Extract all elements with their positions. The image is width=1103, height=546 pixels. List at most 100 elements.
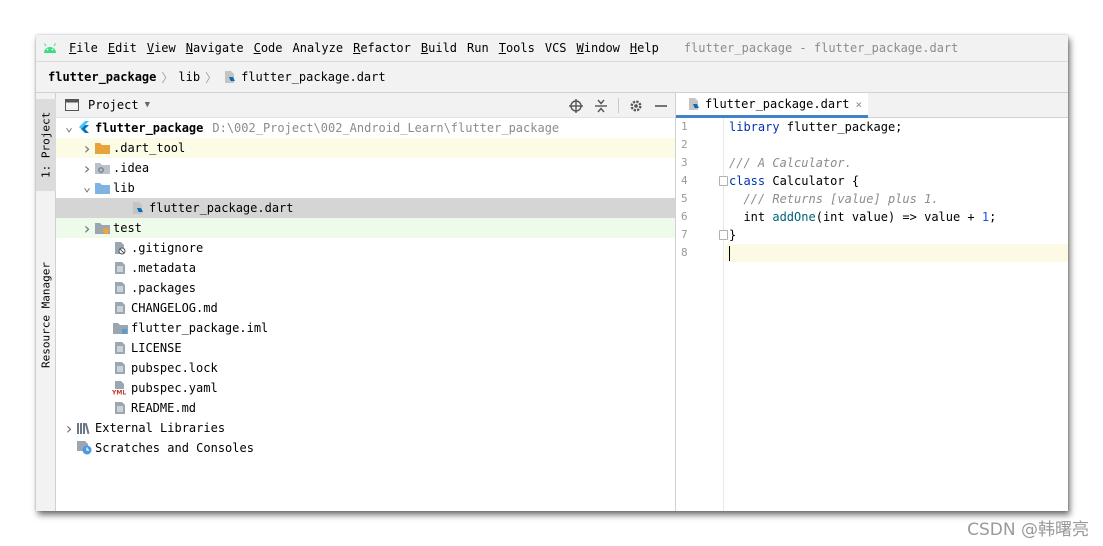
menu-item[interactable]: Tools <box>494 41 540 55</box>
window-title: flutter_package - flutter_package.dart <box>683 41 959 55</box>
code-line: int addOne(int value) => value + 1; <box>729 210 997 224</box>
menu-item-label: uild <box>428 41 458 55</box>
menu-item[interactable]: VCS <box>540 41 572 55</box>
tree-item[interactable]: pubspec.lock <box>56 358 675 378</box>
toolbar-divider <box>618 98 619 113</box>
tree-item[interactable]: .metadata <box>56 258 675 278</box>
menu-item-label: Run <box>467 41 489 55</box>
text-file-icon <box>112 300 128 316</box>
menu-item[interactable]: Help <box>625 41 664 55</box>
line-number-label: 4 <box>681 174 688 187</box>
tree-item-label: flutter_package.iml <box>131 321 269 335</box>
gear-icon[interactable] <box>628 98 644 114</box>
resource-manager-tab[interactable]: Resource Manager <box>36 249 56 381</box>
chevron-right-icon[interactable]: › <box>62 419 76 438</box>
menu-item-label: dit <box>115 41 137 55</box>
editor-tab[interactable]: flutter_package.dart × <box>676 93 869 118</box>
code-editor: flutter_package.dart × 1 2 3 4 5 6 7 8 library … <box>676 93 1068 511</box>
project-panel: Project ▼ ⌄ flutter_package D:\002_Project… <box>56 93 676 511</box>
breadcrumb-folder[interactable]: lib <box>178 70 200 84</box>
dart-file-icon <box>222 69 238 85</box>
minimize-icon[interactable] <box>653 98 669 114</box>
tree-item[interactable]: ⌄ flutter_package D:\002_Project\002_Andro… <box>56 118 675 138</box>
code-line: /// Returns [value] plus 1. <box>743 192 939 206</box>
chevron-down-icon[interactable]: ⌄ <box>62 121 76 134</box>
tree-item-label: pubspec.lock <box>131 361 218 375</box>
menu-item[interactable]: Edit <box>103 41 142 55</box>
menu-item-label: avigate <box>193 41 244 55</box>
line-number-gutter: 1 2 3 4 5 6 7 8 <box>676 118 728 511</box>
tree-item[interactable]: LICENSE <box>56 338 675 358</box>
chevron-right-icon[interactable]: › <box>80 139 94 158</box>
tree-item[interactable]: › .idea <box>56 158 675 178</box>
dart-file-icon <box>686 96 702 112</box>
menu-mnemonic: T <box>498 41 506 55</box>
watermark: CSDN @韩曙亮 <box>967 520 1089 540</box>
tree-item[interactable]: flutter_package.iml <box>56 318 675 338</box>
menu-item-label: efactor <box>360 41 411 55</box>
menu-item[interactable]: Code <box>249 41 288 55</box>
tree-item-label: External Libraries <box>95 421 226 435</box>
tree-item-label: .metadata <box>131 261 197 275</box>
menu-items: File Edit View Navigate Code Analyze Refactor B… <box>64 41 664 55</box>
project-tool-tab[interactable]: 1: Project <box>36 99 56 191</box>
tree-item[interactable]: Scratches and Consoles <box>56 438 675 458</box>
tree-item[interactable]: .packages <box>56 278 675 298</box>
project-path-hint: D:\002_Project\002_Android_Learn\flutter… <box>212 121 560 135</box>
tree-item[interactable]: CHANGELOG.md <box>56 298 675 318</box>
chevron-right-icon[interactable]: › <box>80 219 94 238</box>
tree-item[interactable]: ⌄ lib <box>56 178 675 198</box>
text-file-icon <box>112 260 128 276</box>
menu-mnemonic: V <box>146 41 155 55</box>
menu-item[interactable]: Run <box>462 41 494 55</box>
tree-item[interactable]: › .dart_tool <box>56 138 675 158</box>
menu-item[interactable]: Refactor <box>348 41 416 55</box>
text-file-icon <box>112 360 128 376</box>
code-line-current <box>725 244 1068 262</box>
tree-item[interactable]: › External Libraries <box>56 418 675 438</box>
locate-icon[interactable] <box>568 98 584 114</box>
tree-item[interactable]: flutter_package.dart <box>56 198 675 218</box>
project-tree: ⌄ flutter_package D:\002_Project\002_Andro… <box>56 118 675 458</box>
code-area[interactable]: library flutter_package; /// A Calculato… <box>725 118 1068 262</box>
ignore-file-icon <box>112 240 128 256</box>
android-studio-icon <box>36 42 64 54</box>
breadcrumb-file-label: flutter_package.dart <box>241 70 386 84</box>
tree-item-label: LICENSE <box>131 341 182 355</box>
line-number-label: 7 <box>681 228 688 241</box>
close-icon[interactable]: × <box>856 98 863 111</box>
tree-item[interactable]: .gitignore <box>56 238 675 258</box>
project-view-selector[interactable]: Project <box>88 98 139 112</box>
orange-folder-icon <box>94 140 110 156</box>
menu-item[interactable]: View <box>142 41 181 55</box>
breadcrumb-file[interactable]: flutter_package.dart <box>222 69 386 85</box>
blue-folder-icon <box>94 180 110 196</box>
menu-item[interactable]: Build <box>416 41 462 55</box>
line-number-label: 2 <box>681 138 688 151</box>
ide-window: File Edit View Navigate Code Analyze Refactor B… <box>36 35 1068 511</box>
menu-item[interactable]: Window <box>572 41 625 55</box>
chevron-right-icon[interactable]: › <box>80 159 94 178</box>
tree-item-label: CHANGELOG.md <box>131 301 218 315</box>
chevron-down-icon[interactable]: ⌄ <box>80 181 94 194</box>
line-number: 6 <box>676 208 723 226</box>
code-line: library flutter_package; <box>729 120 903 134</box>
chevron-down-icon[interactable]: ▼ <box>145 100 150 110</box>
line-number: 2 <box>676 136 723 154</box>
menu-item-label: ools <box>505 41 535 55</box>
tree-item[interactable]: › test <box>56 218 675 238</box>
menu-item[interactable]: File <box>64 41 103 55</box>
text-file-icon <box>112 340 128 356</box>
resource-manager-tab-label: Resource Manager <box>39 262 53 368</box>
tree-item[interactable]: README.md <box>56 398 675 418</box>
tree-item-label: .gitignore <box>131 241 204 255</box>
menu-item[interactable]: Analyze <box>288 41 349 55</box>
project-view-icon <box>64 97 80 113</box>
breadcrumb-project[interactable]: flutter_package <box>48 70 156 84</box>
tree-item-label: pubspec.yaml <box>131 381 218 395</box>
collapse-all-icon[interactable] <box>593 98 609 114</box>
menu-item[interactable]: Navigate <box>181 41 249 55</box>
code-line: class Calculator { <box>729 174 860 188</box>
tree-item[interactable]: YML pubspec.yaml <box>56 378 675 398</box>
test-folder-icon <box>94 220 110 236</box>
